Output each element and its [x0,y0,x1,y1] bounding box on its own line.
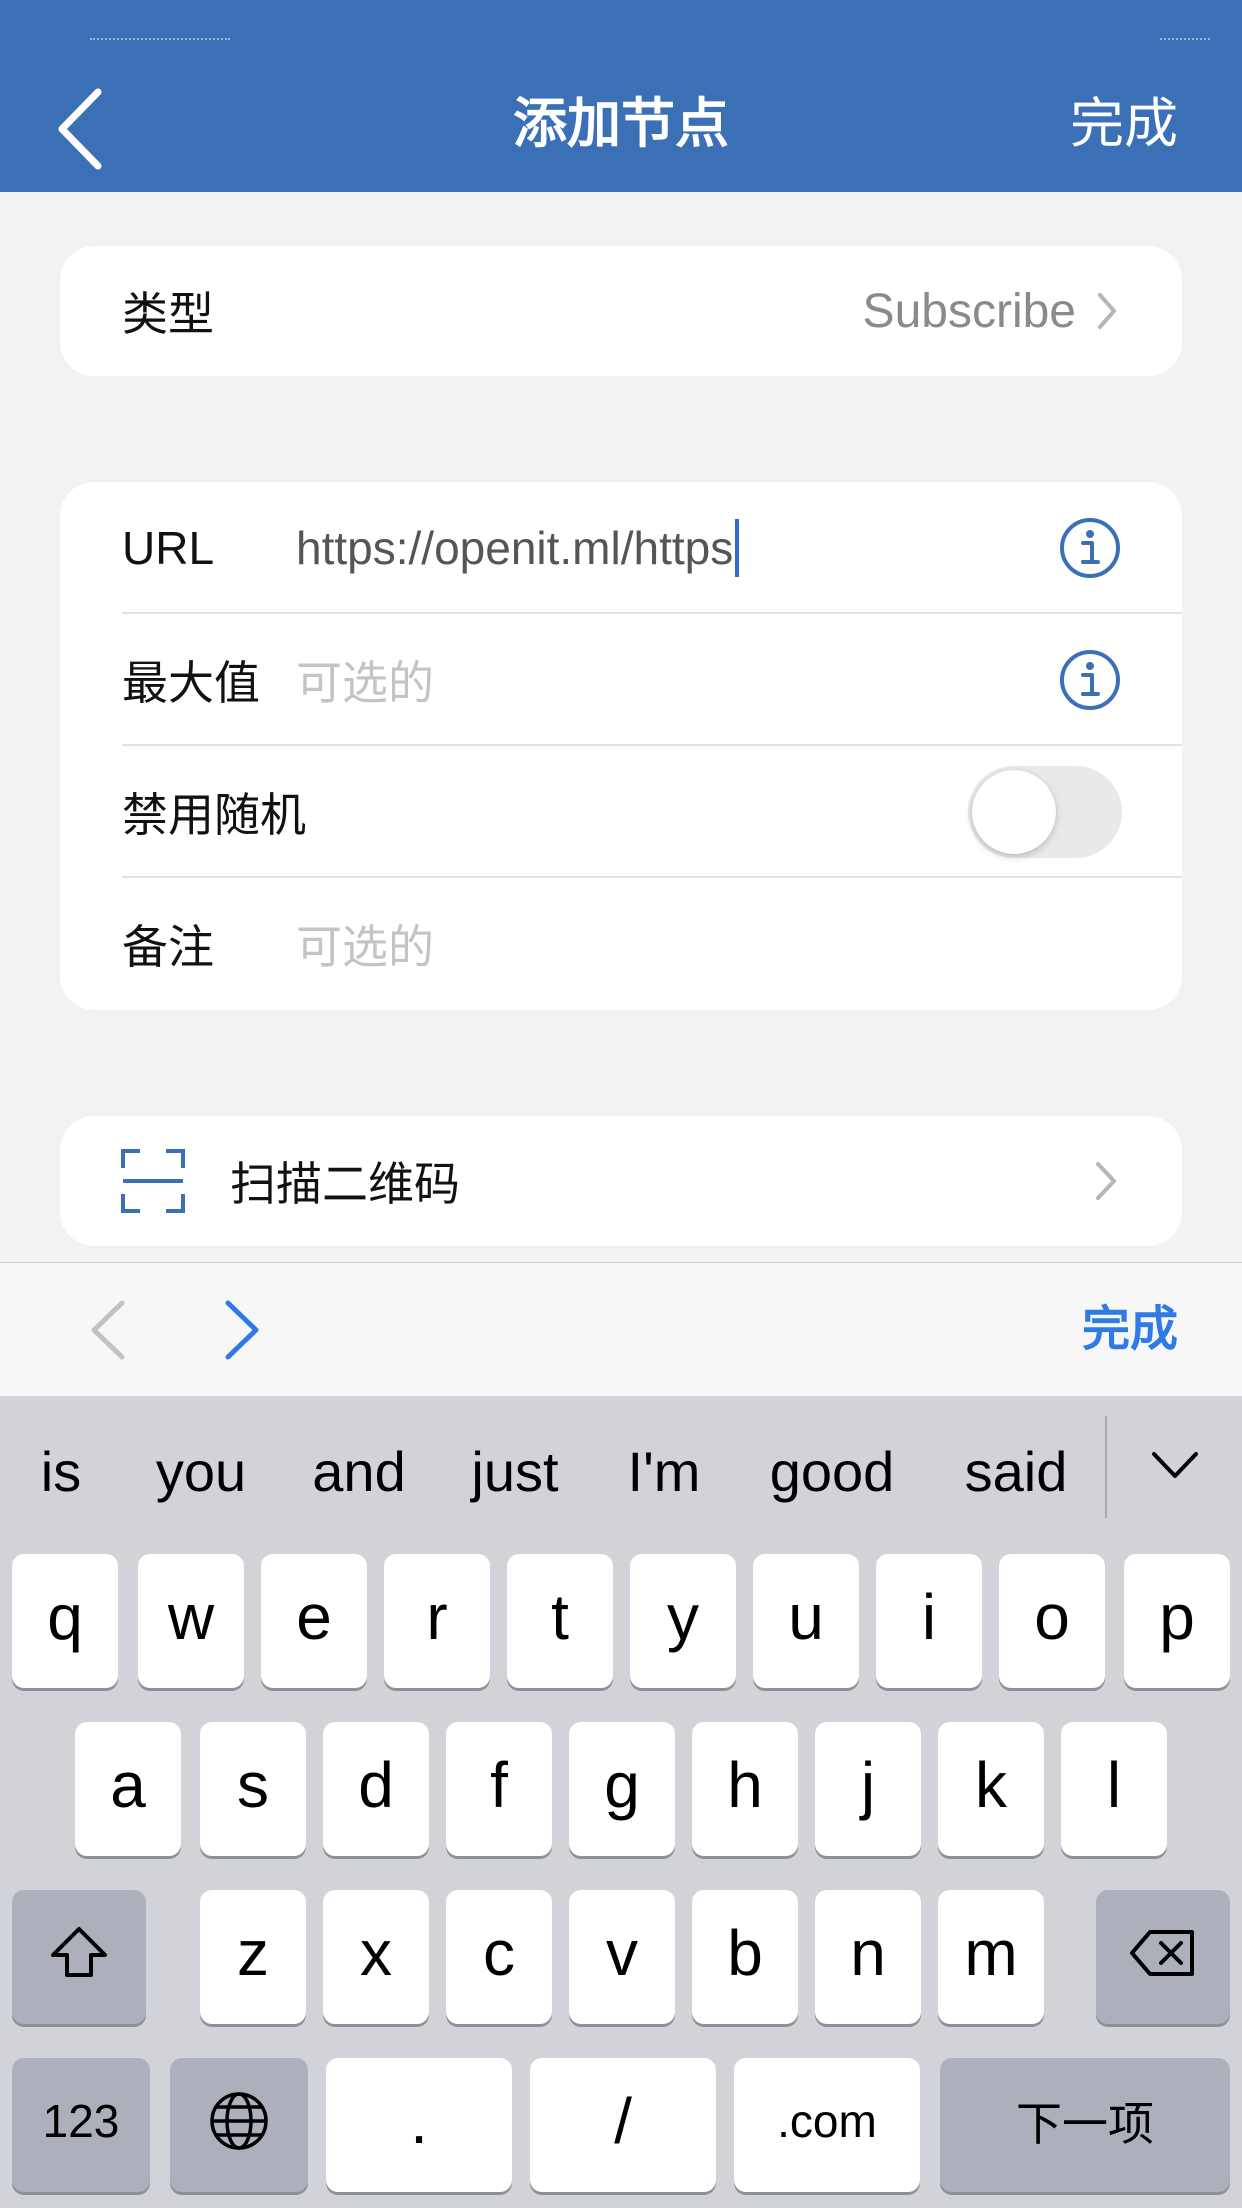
disable-random-toggle[interactable] [968,766,1122,858]
text-caret [735,519,740,577]
key-f[interactable]: f [446,1722,552,1856]
form-card: URL https://openit.ml/https 最大值 可选的 禁用随机… [60,482,1182,1010]
suggestion-item[interactable]: good [746,1396,918,1546]
key-d[interactable]: d [323,1722,429,1856]
key-v[interactable]: v [569,1890,675,2024]
toggle-knob [972,770,1056,854]
navigation-bar: 添加节点 完成 [0,0,1242,192]
chevron-down-icon[interactable] [1148,1438,1202,1492]
page-title: 添加节点 [513,94,729,154]
suggestion-item[interactable]: is [10,1396,112,1546]
status-bar-hint-right [1160,38,1210,44]
scan-qr-card[interactable]: 扫描二维码 [60,1116,1182,1246]
key-w[interactable]: w [138,1554,244,1688]
nav-done-button[interactable]: 完成 [1070,92,1178,156]
suggestion-item[interactable]: you [132,1396,270,1546]
dot-key[interactable]: . [326,2058,512,2192]
url-label: URL [122,522,215,574]
scan-qr-label: 扫描二维码 [230,1158,460,1210]
suggestion-item[interactable]: and [290,1396,428,1546]
url-value: https://openit.ml/https [296,522,734,574]
backspace-icon [1130,1930,1194,1976]
key-r[interactable]: r [384,1554,490,1688]
key-g[interactable]: g [569,1722,675,1856]
key-l[interactable]: l [1061,1722,1167,1856]
max-label: 最大值 [122,657,260,709]
key-h[interactable]: h [692,1722,798,1856]
qr-scan-icon [121,1149,185,1213]
info-icon[interactable] [1058,516,1122,580]
key-m[interactable]: m [938,1890,1044,2024]
globe-key[interactable] [170,2058,308,2192]
max-row: 最大值 可选的 [60,614,1182,746]
suggestion-item[interactable]: I'm [602,1396,726,1546]
suggestion-bar: is you and just I'm good said [0,1396,1242,1546]
note-row: 备注 可选的 [60,878,1182,1010]
chevron-right-icon [1096,1162,1116,1200]
key-z[interactable]: z [200,1890,306,2024]
next-field-icon[interactable] [216,1297,266,1363]
note-label: 备注 [122,921,214,973]
accessory-done-button[interactable]: 完成 [1082,1297,1178,1363]
key-b[interactable]: b [692,1890,798,2024]
key-x[interactable]: x [323,1890,429,2024]
slash-key[interactable]: / [530,2058,716,2192]
keyboard: is you and just I'm good said q w e r t … [0,1396,1242,2208]
disable-random-row: 禁用随机 [60,746,1182,878]
globe-icon [210,2092,268,2150]
key-y[interactable]: y [630,1554,736,1688]
shift-key[interactable] [12,1890,146,2024]
type-label: 类型 [122,288,214,340]
type-value: Subscribe [862,284,1076,338]
type-card[interactable]: 类型 Subscribe [60,246,1182,376]
keyboard-accessory-bar: 完成 [0,1262,1242,1396]
key-a[interactable]: a [75,1722,181,1856]
key-k[interactable]: k [938,1722,1044,1856]
suggestion-item[interactable]: said [938,1396,1094,1546]
url-row: URL https://openit.ml/https [60,482,1182,614]
previous-field-icon [91,1300,125,1360]
max-input[interactable]: 可选的 [296,614,434,746]
info-icon[interactable] [1058,648,1122,712]
key-q[interactable]: q [12,1554,118,1688]
disable-random-label: 禁用随机 [122,789,306,841]
url-input[interactable]: https://openit.ml/https [296,482,740,614]
key-p[interactable]: p [1124,1554,1230,1688]
shift-icon [51,1927,107,1977]
key-s[interactable]: s [200,1722,306,1856]
type-selector[interactable]: Subscribe [863,246,1118,376]
suggestion-item[interactable]: just [448,1396,582,1546]
delete-key[interactable] [1096,1890,1230,2024]
key-u[interactable]: u [753,1554,859,1688]
key-e[interactable]: e [261,1554,367,1688]
chevron-right-icon [1098,293,1116,329]
note-input[interactable]: 可选的 [296,878,434,1010]
suggestion-divider [1105,1416,1107,1518]
key-t[interactable]: t [507,1554,613,1688]
numbers-key[interactable]: 123 [12,2058,150,2192]
key-o[interactable]: o [999,1554,1105,1688]
key-c[interactable]: c [446,1890,552,2024]
key-i[interactable]: i [876,1554,982,1688]
dotcom-key[interactable]: .com [734,2058,920,2192]
status-bar-hint [90,38,230,44]
key-n[interactable]: n [815,1890,921,2024]
next-key[interactable]: 下一项 [940,2058,1230,2192]
key-j[interactable]: j [815,1722,921,1856]
